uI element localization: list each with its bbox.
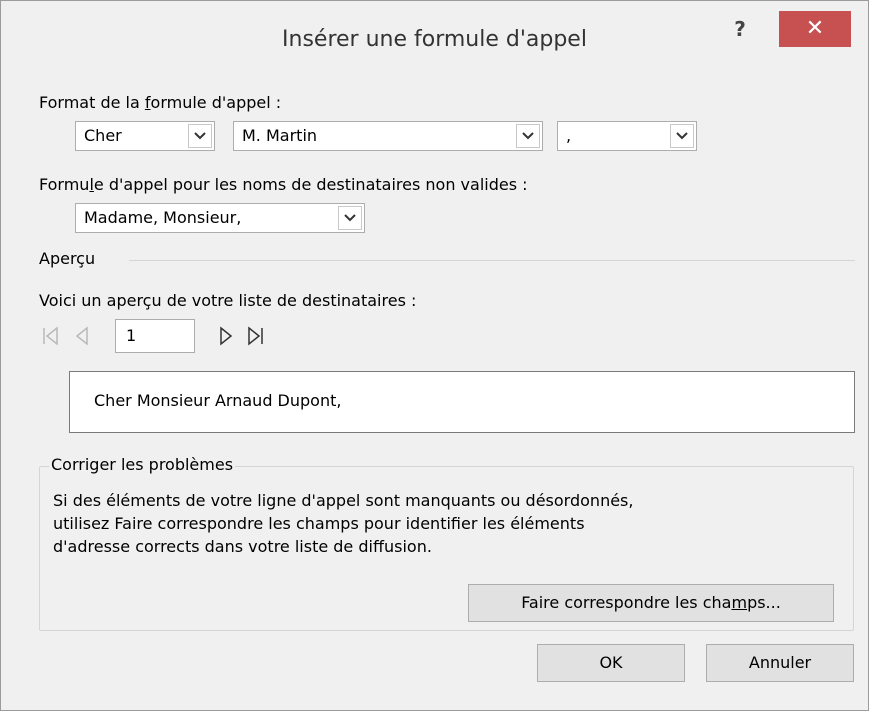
close-button[interactable]: ✕ xyxy=(779,11,851,47)
record-number-input[interactable]: 1 xyxy=(115,319,195,353)
invalid-names-label: Formule d'appel pour les noms de destina… xyxy=(39,175,528,194)
name-format-value: M. Martin xyxy=(242,126,318,145)
fix-text-line: d'adresse corrects dans votre liste de d… xyxy=(53,537,432,556)
next-record-icon[interactable] xyxy=(211,321,241,351)
greeting-value: Cher xyxy=(84,126,122,145)
fix-text-line: utilisez Faire correspondre les champs p… xyxy=(53,514,585,533)
invalid-names-select[interactable]: Madame, Monsieur, xyxy=(75,203,365,233)
help-button[interactable]: ? xyxy=(717,11,763,51)
greeting-select[interactable]: Cher xyxy=(75,121,215,151)
invalid-names-value: Madame, Monsieur, xyxy=(84,208,242,227)
cancel-button[interactable]: Annuler xyxy=(706,644,854,682)
chevron-down-icon[interactable] xyxy=(188,124,212,148)
preview-text: Cher Monsieur Arnaud Dupont, xyxy=(94,391,342,410)
punctuation-select[interactable]: , xyxy=(557,121,697,151)
dialog-window: Insérer une formule d'appel ? ✕ Format d… xyxy=(0,0,869,711)
name-format-select[interactable]: M. Martin xyxy=(233,121,543,151)
fix-text-line: Si des éléments de votre ligne d'appel s… xyxy=(53,491,634,510)
previous-record-icon[interactable] xyxy=(67,321,97,351)
preview-section-label: Aperçu xyxy=(39,249,96,268)
title-bar: Insérer une formule d'appel ? ✕ xyxy=(1,1,868,81)
preview-box: Cher Monsieur Arnaud Dupont, xyxy=(69,371,855,433)
fix-problems-text: Si des éléments de votre ligne d'appel s… xyxy=(53,489,843,558)
punctuation-value: , xyxy=(566,126,572,145)
last-record-icon[interactable] xyxy=(241,321,271,351)
divider xyxy=(129,260,855,261)
fix-problems-legend: Corriger les problèmes xyxy=(49,455,236,474)
chevron-down-icon[interactable] xyxy=(516,124,540,148)
preview-description: Voici un aperçu de votre liste de destin… xyxy=(39,291,417,310)
record-number-value: 1 xyxy=(126,326,137,345)
ok-button[interactable]: OK xyxy=(537,644,685,682)
chevron-down-icon[interactable] xyxy=(338,206,362,230)
salutation-format-label: Format de la formule d'appel : xyxy=(39,93,282,112)
first-record-icon[interactable] xyxy=(37,321,67,351)
chevron-down-icon[interactable] xyxy=(670,124,694,148)
match-fields-button[interactable]: Faire correspondre les champs... xyxy=(468,584,834,622)
